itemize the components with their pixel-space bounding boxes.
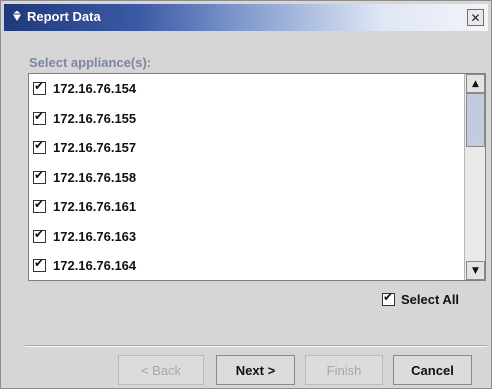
list-item[interactable]: 172.16.76.154: [29, 74, 462, 104]
vertical-scrollbar[interactable]: ▲ ▼: [464, 74, 485, 280]
appliance-label: 172.16.76.155: [53, 110, 137, 126]
appliance-checkbox[interactable]: [33, 256, 46, 273]
appliance-label: 172.16.76.163: [53, 228, 137, 244]
app-icon: [11, 9, 23, 23]
close-icon: ✕: [470, 10, 481, 25]
arrow-down-icon: ▼: [472, 265, 479, 276]
finish-button[interactable]: Finish: [305, 355, 383, 385]
appliance-checkbox[interactable]: [33, 227, 46, 243]
cancel-button[interactable]: Cancel: [393, 355, 472, 385]
select-all-checkbox[interactable]: [382, 290, 395, 306]
appliance-checkbox[interactable]: [33, 168, 46, 184]
next-button[interactable]: Next >: [216, 355, 295, 385]
appliance-checkbox[interactable]: [33, 197, 46, 214]
list-item[interactable]: 172.16.76.164: [29, 251, 462, 280]
appliance-checkbox[interactable]: [33, 79, 46, 96]
divider: [25, 345, 487, 347]
list-item[interactable]: 172.16.76.158: [29, 163, 462, 193]
appliance-label: 172.16.76.164: [53, 258, 137, 274]
appliance-checkbox[interactable]: [33, 138, 46, 155]
appliance-checkbox[interactable]: [33, 109, 46, 125]
appliance-label: 172.16.76.157: [53, 140, 137, 156]
appliance-label: 172.16.76.158: [53, 169, 137, 185]
list-item[interactable]: 172.16.76.161: [29, 192, 462, 222]
arrow-up-icon: ▲: [472, 78, 479, 89]
list-item[interactable]: 172.16.76.163: [29, 222, 462, 252]
select-all-label: Select All: [401, 292, 460, 307]
appliance-list: 172.16.76.154 172.16.76.155 172.16.76.15…: [28, 73, 486, 281]
select-appliances-label: Select appliance(s):: [29, 55, 152, 70]
scroll-up-button[interactable]: ▲: [466, 74, 485, 93]
report-data-dialog: Report Data ✕ Select appliance(s): 172.1…: [0, 0, 492, 389]
back-button[interactable]: < Back: [118, 355, 204, 385]
close-button[interactable]: ✕: [467, 9, 484, 26]
title-bar[interactable]: Report Data ✕: [4, 4, 488, 31]
scroll-down-button[interactable]: ▼: [466, 261, 485, 280]
list-item[interactable]: 172.16.76.155: [29, 104, 462, 134]
list-item[interactable]: 172.16.76.157: [29, 133, 462, 163]
appliance-label: 172.16.76.154: [53, 81, 137, 97]
scroll-thumb[interactable]: [466, 93, 485, 147]
select-all-toggle[interactable]: Select All: [382, 290, 460, 307]
appliance-label: 172.16.76.161: [53, 199, 137, 215]
window-title: Report Data: [27, 9, 101, 24]
